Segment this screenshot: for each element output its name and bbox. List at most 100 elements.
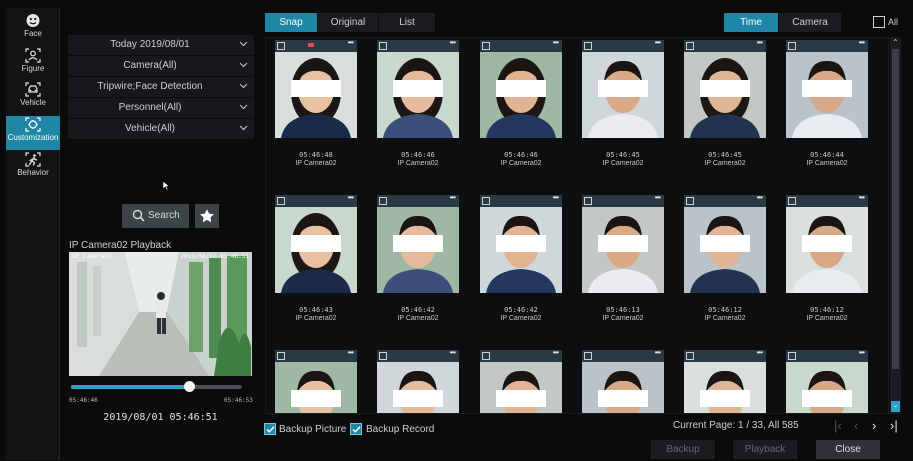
backup-record-checkbox[interactable] [350, 423, 362, 435]
first-page-icon[interactable]: |‹ [834, 418, 842, 433]
snapshot-card[interactable]: ••• [480, 348, 562, 413]
snapshot-card[interactable]: ••• [275, 348, 357, 413]
snapshot-checkbox[interactable] [379, 352, 387, 360]
more-options-icon[interactable]: ••• [348, 38, 354, 47]
more-options-icon[interactable]: ••• [553, 38, 559, 47]
more-options-icon[interactable]: ••• [757, 38, 763, 47]
face-snapshot-image[interactable] [582, 362, 664, 413]
scrollbar-thumb[interactable] [892, 49, 899, 369]
scroll-down-icon[interactable]: ⌄ [891, 401, 900, 412]
tab-sort-camera[interactable]: Camera [779, 13, 841, 32]
personnel-filter-dropdown[interactable]: Personnel(All) [68, 98, 254, 118]
vehicle-filter-dropdown[interactable]: Vehicle(All) [68, 119, 254, 139]
date-filter-dropdown[interactable]: Today 2019/08/01 [68, 35, 254, 55]
snapshot-checkbox[interactable] [379, 197, 387, 205]
snapshot-checkbox[interactable] [379, 42, 387, 50]
playback-video[interactable]: IP Camera02 2019/08/01 05:46:51 [69, 252, 252, 376]
more-options-icon[interactable]: ••• [450, 193, 456, 202]
snapshot-card[interactable]: ••• 05:46:12 IP Camera02 [786, 193, 868, 327]
snapshot-checkbox[interactable] [482, 197, 490, 205]
snapshot-card[interactable]: ••• [684, 348, 766, 413]
snapshot-checkbox[interactable] [788, 42, 796, 50]
snapshot-checkbox[interactable] [584, 352, 592, 360]
face-snapshot-image[interactable] [582, 52, 664, 138]
face-snapshot-image[interactable] [684, 362, 766, 413]
backup-picture-checkbox[interactable] [264, 423, 276, 435]
snapshot-card[interactable]: ••• [377, 348, 459, 413]
more-options-icon[interactable]: ••• [859, 38, 865, 47]
face-snapshot-image[interactable] [582, 207, 664, 293]
tab-original[interactable]: Original [318, 13, 378, 32]
close-button[interactable]: Close [816, 440, 880, 459]
face-snapshot-image[interactable] [377, 207, 459, 293]
face-snapshot-image[interactable] [786, 207, 868, 293]
tab-snap[interactable]: Snap [265, 13, 317, 32]
camera-filter-dropdown[interactable]: Camera(All) [68, 56, 254, 76]
snapshot-card[interactable]: ••• 05:46:44 IP Camera02 [786, 38, 868, 172]
playback-progress-slider[interactable] [71, 381, 242, 392]
select-all-checkbox[interactable] [873, 16, 885, 28]
favorite-button[interactable] [195, 204, 219, 228]
snapshot-card[interactable]: ••• 05:46:45 IP Camera02 [684, 38, 766, 172]
sidebar-item-vehicle[interactable]: Vehicle [6, 81, 60, 115]
more-options-icon[interactable]: ••• [655, 38, 661, 47]
sidebar-item-face[interactable]: Face [6, 12, 60, 46]
more-options-icon[interactable]: ••• [859, 348, 865, 357]
snapshot-card[interactable]: ••• 05:46:43 IP Camera02 [275, 193, 357, 327]
more-options-icon[interactable]: ••• [450, 348, 456, 357]
face-snapshot-image[interactable] [786, 52, 868, 138]
face-snapshot-image[interactable] [480, 362, 562, 413]
more-options-icon[interactable]: ••• [757, 193, 763, 202]
face-snapshot-image[interactable] [684, 52, 766, 138]
more-options-icon[interactable]: ••• [859, 193, 865, 202]
more-options-icon[interactable]: ••• [450, 38, 456, 47]
snapshot-checkbox[interactable] [686, 352, 694, 360]
next-page-icon[interactable]: › [872, 418, 876, 433]
playback-progress-knob[interactable] [183, 381, 195, 392]
previous-page-icon[interactable]: ‹ [854, 418, 858, 433]
tab-list[interactable]: List [379, 13, 435, 32]
event-filter-dropdown[interactable]: Tripwire;Face Detection [68, 77, 254, 97]
sidebar-item-figure[interactable]: Figure [6, 47, 60, 81]
more-options-icon[interactable]: ••• [757, 348, 763, 357]
sidebar-item-behavior[interactable]: Behavior [6, 151, 60, 185]
face-snapshot-image[interactable] [275, 207, 357, 293]
more-options-icon[interactable]: ••• [348, 193, 354, 202]
face-snapshot-image[interactable] [786, 362, 868, 413]
snapshot-checkbox[interactable] [686, 42, 694, 50]
snapshot-card[interactable]: ••• 05:46:45 IP Camera02 [582, 38, 664, 172]
snapshot-card[interactable]: ••• 05:46:13 IP Camera02 [582, 193, 664, 327]
face-snapshot-image[interactable] [377, 362, 459, 413]
snapshot-checkbox[interactable] [584, 197, 592, 205]
snapshot-checkbox[interactable] [788, 197, 796, 205]
snapshot-card[interactable]: ••• 05:46:12 IP Camera02 [684, 193, 766, 327]
more-options-icon[interactable]: ••• [655, 193, 661, 202]
scroll-up-icon[interactable]: ⌃ [892, 38, 899, 47]
snapshot-checkbox[interactable] [277, 352, 285, 360]
snapshot-checkbox[interactable] [788, 352, 796, 360]
search-button[interactable]: Search [122, 204, 189, 228]
snapshot-checkbox[interactable] [686, 197, 694, 205]
snapshot-card[interactable]: ••• 05:46:46 IP Camera02 [377, 38, 459, 172]
backup-button[interactable]: Backup [651, 440, 715, 459]
more-options-icon[interactable]: ••• [348, 348, 354, 357]
face-snapshot-image[interactable] [377, 52, 459, 138]
snapshot-checkbox[interactable] [277, 197, 285, 205]
more-options-icon[interactable]: ••• [553, 193, 559, 202]
grid-scrollbar[interactable]: ⌃ ⌄ [890, 37, 901, 414]
snapshot-checkbox[interactable] [584, 42, 592, 50]
last-page-icon[interactable]: ›| [890, 418, 898, 433]
tab-sort-time[interactable]: Time [724, 13, 778, 32]
snapshot-card[interactable]: ••• 05:46:42 IP Camera02 [377, 193, 459, 327]
snapshot-card[interactable]: ••• [582, 348, 664, 413]
snapshot-checkbox[interactable] [482, 42, 490, 50]
face-snapshot-image[interactable] [684, 207, 766, 293]
face-snapshot-image[interactable] [480, 52, 562, 138]
snapshot-checkbox[interactable] [277, 42, 285, 50]
face-snapshot-image[interactable] [480, 207, 562, 293]
face-snapshot-image[interactable] [275, 362, 357, 413]
snapshot-checkbox[interactable] [482, 352, 490, 360]
snapshot-card[interactable]: ••• 05:46:46 IP Camera02 [480, 38, 562, 172]
more-options-icon[interactable]: ••• [655, 348, 661, 357]
snapshot-card[interactable]: ••• [786, 348, 868, 413]
